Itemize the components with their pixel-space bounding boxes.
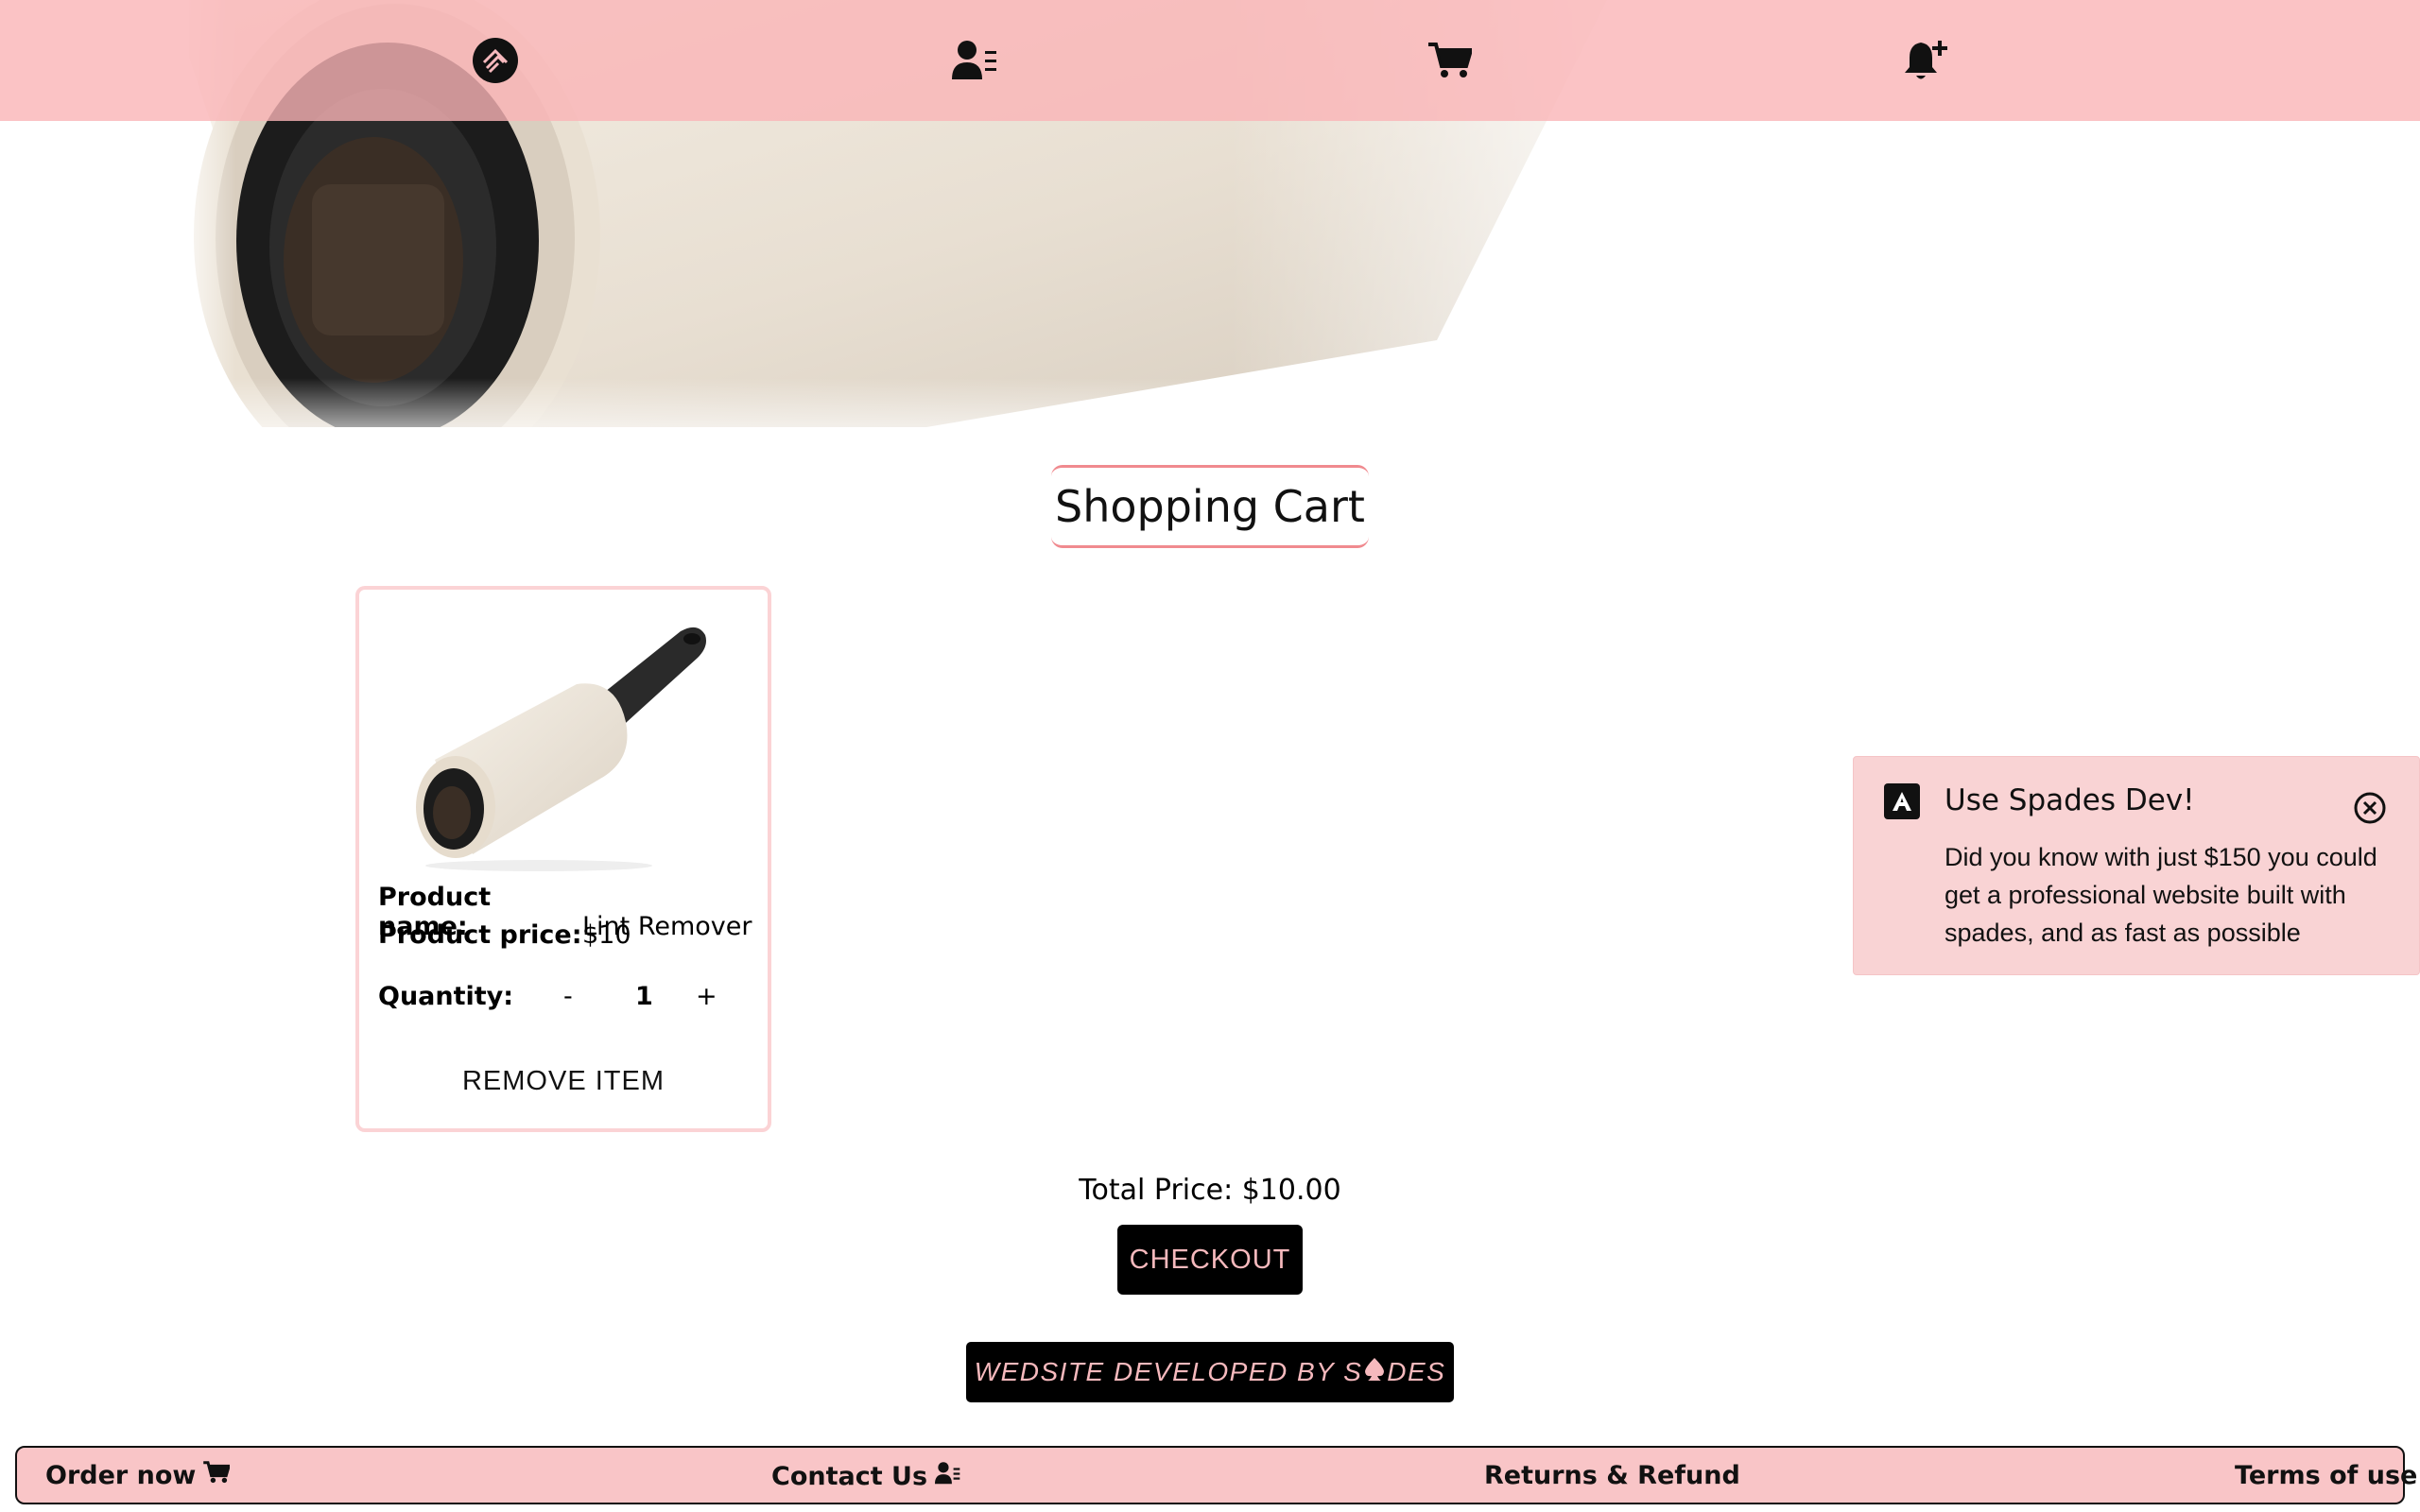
footer-order-label: Order now: [45, 1461, 197, 1490]
top-navigation: [0, 0, 2420, 121]
logo-icon[interactable]: [469, 34, 522, 87]
cart-icon[interactable]: [1424, 34, 1477, 87]
footer-returns-link[interactable]: Returns & Refund: [1484, 1461, 1740, 1490]
cart-item-card: Product name: Lint Remover Product price:…: [355, 586, 771, 1132]
developer-badge-text-start: WEDSITE DEVELOPED BY S: [974, 1357, 1363, 1386]
contact-card-icon: [935, 1461, 961, 1492]
close-circle-icon[interactable]: [2353, 791, 2387, 825]
footer-bar: Order now Contact Us Returns & Refund Te…: [15, 1446, 2417, 1504]
a-logo-icon: [1884, 783, 1920, 819]
footer-contact-label: Contact Us: [771, 1462, 928, 1491]
quantity-value: 1: [635, 982, 653, 1011]
promo-toast: Use Spades Dev! Did you know with just $…: [1853, 756, 2420, 975]
product-price-label: Product price:: [378, 920, 582, 950]
toast-title: Use Spades Dev!: [1945, 783, 2195, 817]
footer-contact-link[interactable]: Contact Us: [771, 1461, 961, 1492]
quantity-label: Quantity:: [378, 982, 514, 1011]
increment-button[interactable]: +: [696, 982, 717, 1011]
checkout-button[interactable]: CHECKOUT: [1117, 1225, 1303, 1295]
spade-icon: [1362, 1357, 1387, 1388]
footer-terms-link[interactable]: Terms of use: [2235, 1461, 2417, 1490]
page-title: Shopping Cart: [1051, 465, 1369, 548]
remove-item-button[interactable]: REMOVE ITEM: [359, 1066, 768, 1097]
bell-plus-icon[interactable]: [1900, 34, 1953, 87]
quantity-row: Quantity: - 1 +: [378, 982, 756, 1020]
total-price: Total Price: $10.00: [1079, 1174, 1341, 1207]
product-price: $10: [582, 920, 631, 950]
footer-returns-label: Returns & Refund: [1484, 1461, 1740, 1490]
product-price-row: Product price:$10: [378, 920, 631, 950]
decrement-button[interactable]: -: [563, 982, 573, 1011]
developer-badge[interactable]: WEDSITE DEVELOPED BY S DES: [966, 1342, 1454, 1402]
cart-icon: [203, 1461, 232, 1490]
contact-card-icon[interactable]: [949, 34, 1002, 87]
lint-roller-image: [397, 618, 737, 873]
footer-terms-label: Terms of use: [2235, 1461, 2418, 1490]
footer-order-now-link[interactable]: Order now: [45, 1461, 232, 1490]
toast-message: Did you know with just $150 you could ge…: [1945, 843, 2377, 947]
developer-badge-text-end: DES: [1387, 1357, 1446, 1386]
